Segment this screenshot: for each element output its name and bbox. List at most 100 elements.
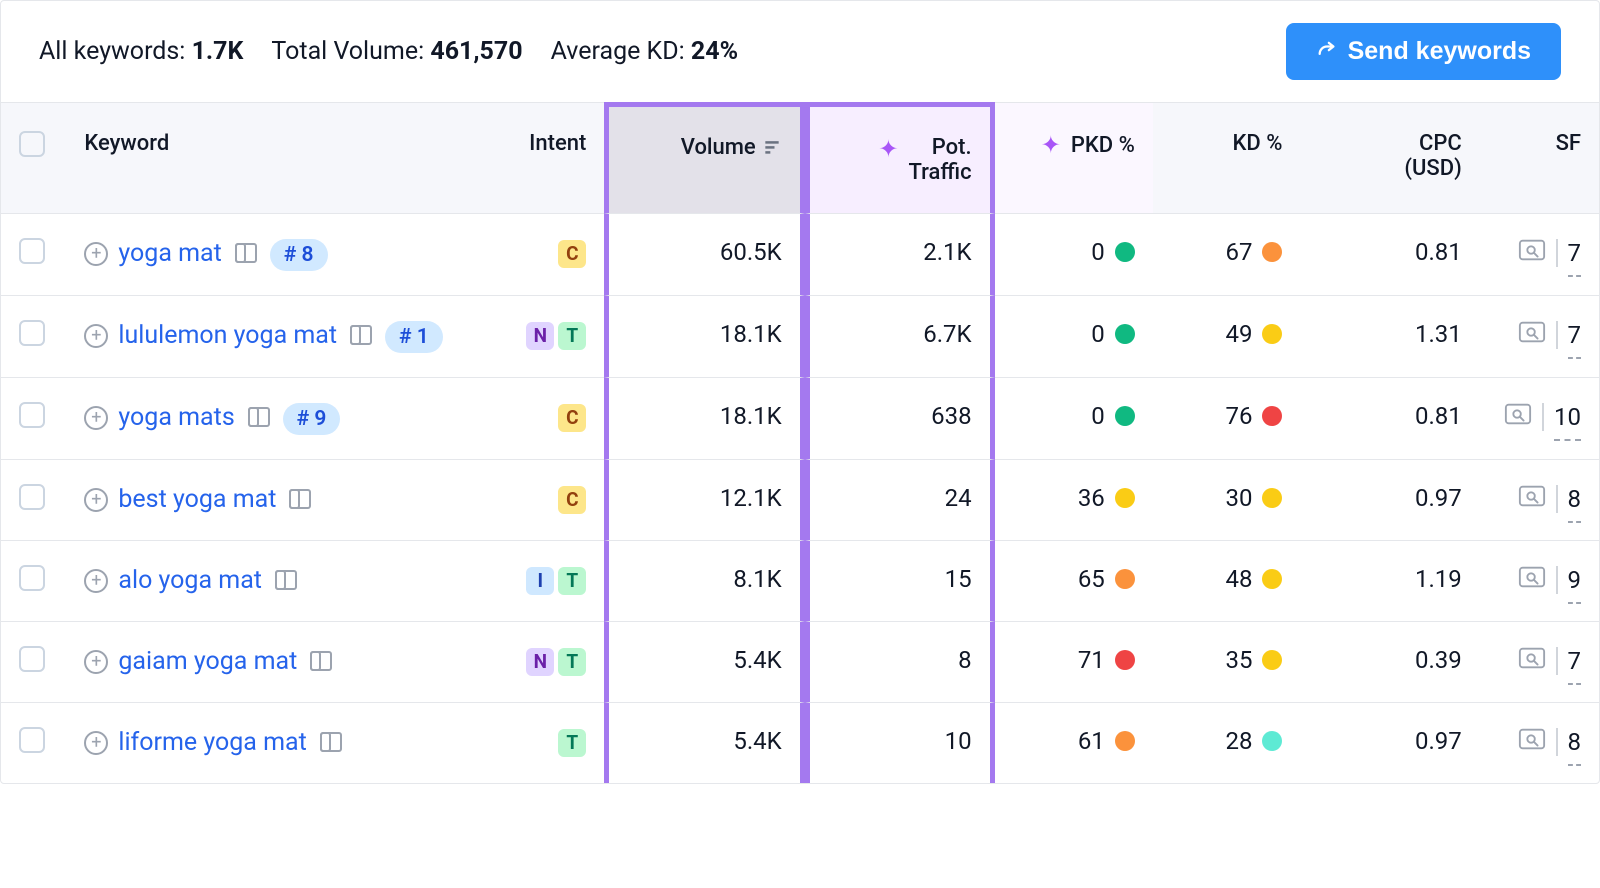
serp-features-icon[interactable]: [234, 242, 258, 264]
add-keyword-icon[interactable]: +: [84, 569, 108, 593]
keyword-link[interactable]: alo yoga mat: [118, 566, 262, 595]
volume-cell: 60.5K: [604, 214, 804, 296]
add-keyword-icon[interactable]: +: [84, 650, 108, 674]
pkd-value: 61: [1078, 727, 1105, 755]
intent-badge-c: C: [558, 404, 586, 432]
intent-badge-i: I: [526, 567, 554, 595]
col-pkd-label: PKD %: [1071, 133, 1135, 158]
volume-cell: 5.4K: [604, 703, 804, 783]
sparkle-icon: ✦: [878, 135, 898, 163]
volume-cell: 12.1K: [604, 460, 804, 541]
summary-header: All keywords: 1.7K Total Volume: 461,570…: [1, 1, 1599, 102]
keyword-link[interactable]: gaiam yoga mat: [118, 647, 297, 676]
keyword-link[interactable]: best yoga mat: [118, 485, 276, 514]
kd-value: 30: [1225, 484, 1252, 512]
pot-traffic-cell: 15: [805, 541, 995, 622]
serp-features-icon[interactable]: [288, 488, 312, 510]
col-keyword[interactable]: Keyword: [66, 102, 488, 214]
serp-features-icon[interactable]: [319, 731, 343, 753]
row-checkbox[interactable]: [19, 402, 45, 428]
sparkle-icon: ✦: [1041, 131, 1061, 159]
keyword-link[interactable]: lululemon yoga mat: [118, 321, 337, 350]
col-pot-traffic[interactable]: ✦ Pot. Traffic: [805, 102, 995, 214]
row-checkbox[interactable]: [19, 484, 45, 510]
col-volume-label: Volume: [681, 135, 756, 160]
pot-traffic-cell: 10: [805, 703, 995, 783]
serp-preview-icon[interactable]: [1518, 320, 1546, 350]
serp-preview-icon[interactable]: [1518, 238, 1546, 268]
col-pkd[interactable]: ✦ PKD %: [995, 102, 1153, 214]
col-kd[interactable]: KD %: [1153, 102, 1301, 214]
pkd-value: 71: [1078, 646, 1105, 674]
col-volume[interactable]: Volume: [604, 102, 804, 214]
volume-cell: 5.4K: [604, 622, 804, 703]
keyword-link[interactable]: yoga mat: [118, 239, 221, 268]
col-cpc-label2: (USD): [1318, 156, 1461, 181]
table-row: +best yoga mat C12.1K2436300.97 8: [1, 460, 1599, 541]
col-intent[interactable]: Intent: [488, 102, 604, 214]
difficulty-dot-icon: [1262, 406, 1282, 426]
serp-features-icon[interactable]: [309, 650, 333, 672]
serp-preview-icon[interactable]: [1504, 402, 1532, 432]
rank-badge[interactable]: # 9: [283, 403, 341, 435]
sf-count[interactable]: 8: [1568, 485, 1582, 513]
keyword-link[interactable]: yoga mats: [118, 403, 234, 432]
sf-count[interactable]: 7: [1568, 647, 1582, 675]
table-row: +liforme yoga mat T5.4K1061280.97 8: [1, 703, 1599, 783]
intent-badge-t: T: [558, 729, 586, 757]
sf-count[interactable]: 10: [1554, 403, 1581, 431]
total-volume-stat: Total Volume: 461,570: [271, 37, 522, 66]
all-keywords-value: 1.7K: [192, 37, 244, 66]
keyword-link[interactable]: liforme yoga mat: [118, 728, 306, 757]
pot-traffic-cell: 6.7K: [805, 296, 995, 378]
serp-features-icon[interactable]: [274, 569, 298, 591]
kd-value: 67: [1225, 238, 1252, 266]
difficulty-dot-icon: [1262, 650, 1282, 670]
cpc-value: 0.81: [1300, 214, 1479, 296]
add-keyword-icon[interactable]: +: [84, 488, 108, 512]
serp-preview-icon[interactable]: [1518, 565, 1546, 595]
rank-badge[interactable]: # 1: [385, 321, 443, 353]
row-checkbox[interactable]: [19, 646, 45, 672]
avg-kd-label: Average KD:: [551, 37, 691, 66]
add-keyword-icon[interactable]: +: [84, 242, 108, 266]
row-checkbox[interactable]: [19, 727, 45, 753]
sf-count[interactable]: 8: [1568, 728, 1582, 756]
cpc-value: 0.39: [1300, 622, 1479, 703]
select-all-checkbox[interactable]: [19, 131, 45, 157]
table-header-row: Keyword Intent Volume ✦ Pot.: [1, 102, 1599, 214]
row-checkbox[interactable]: [19, 320, 45, 346]
serp-preview-icon[interactable]: [1518, 484, 1546, 514]
table-row: +alo yoga mat IT8.1K1565481.19 9: [1, 541, 1599, 622]
difficulty-dot-icon: [1115, 242, 1135, 262]
intent-badge-t: T: [558, 567, 586, 595]
sf-count[interactable]: 7: [1568, 321, 1582, 349]
divider: [1556, 239, 1558, 267]
serp-preview-icon[interactable]: [1518, 646, 1546, 676]
pkd-value: 0: [1091, 402, 1105, 430]
serp-preview-icon[interactable]: [1518, 727, 1546, 757]
rank-badge[interactable]: # 8: [270, 239, 328, 271]
avg-kd-value: 24%: [691, 37, 738, 66]
col-sf[interactable]: SF: [1480, 102, 1599, 214]
sf-count[interactable]: 7: [1568, 239, 1582, 267]
send-keywords-label: Send keywords: [1348, 37, 1531, 66]
add-keyword-icon[interactable]: +: [84, 731, 108, 755]
cpc-value: 0.81: [1300, 378, 1479, 460]
row-checkbox[interactable]: [19, 238, 45, 264]
cpc-value: 0.97: [1300, 703, 1479, 783]
serp-features-icon[interactable]: [247, 406, 271, 428]
col-cpc[interactable]: CPC (USD): [1300, 102, 1479, 214]
sf-count[interactable]: 9: [1568, 566, 1582, 594]
add-keyword-icon[interactable]: +: [84, 324, 108, 348]
divider: [1556, 485, 1558, 513]
add-keyword-icon[interactable]: +: [84, 406, 108, 430]
row-checkbox[interactable]: [19, 565, 45, 591]
send-keywords-button[interactable]: Send keywords: [1286, 23, 1561, 80]
difficulty-dot-icon: [1115, 324, 1135, 344]
pkd-value: 0: [1091, 320, 1105, 348]
pot-traffic-cell: 24: [805, 460, 995, 541]
table-row: +gaiam yoga mat NT5.4K871350.39 7: [1, 622, 1599, 703]
serp-features-icon[interactable]: [349, 324, 373, 346]
col-cpc-label1: CPC: [1419, 131, 1462, 156]
